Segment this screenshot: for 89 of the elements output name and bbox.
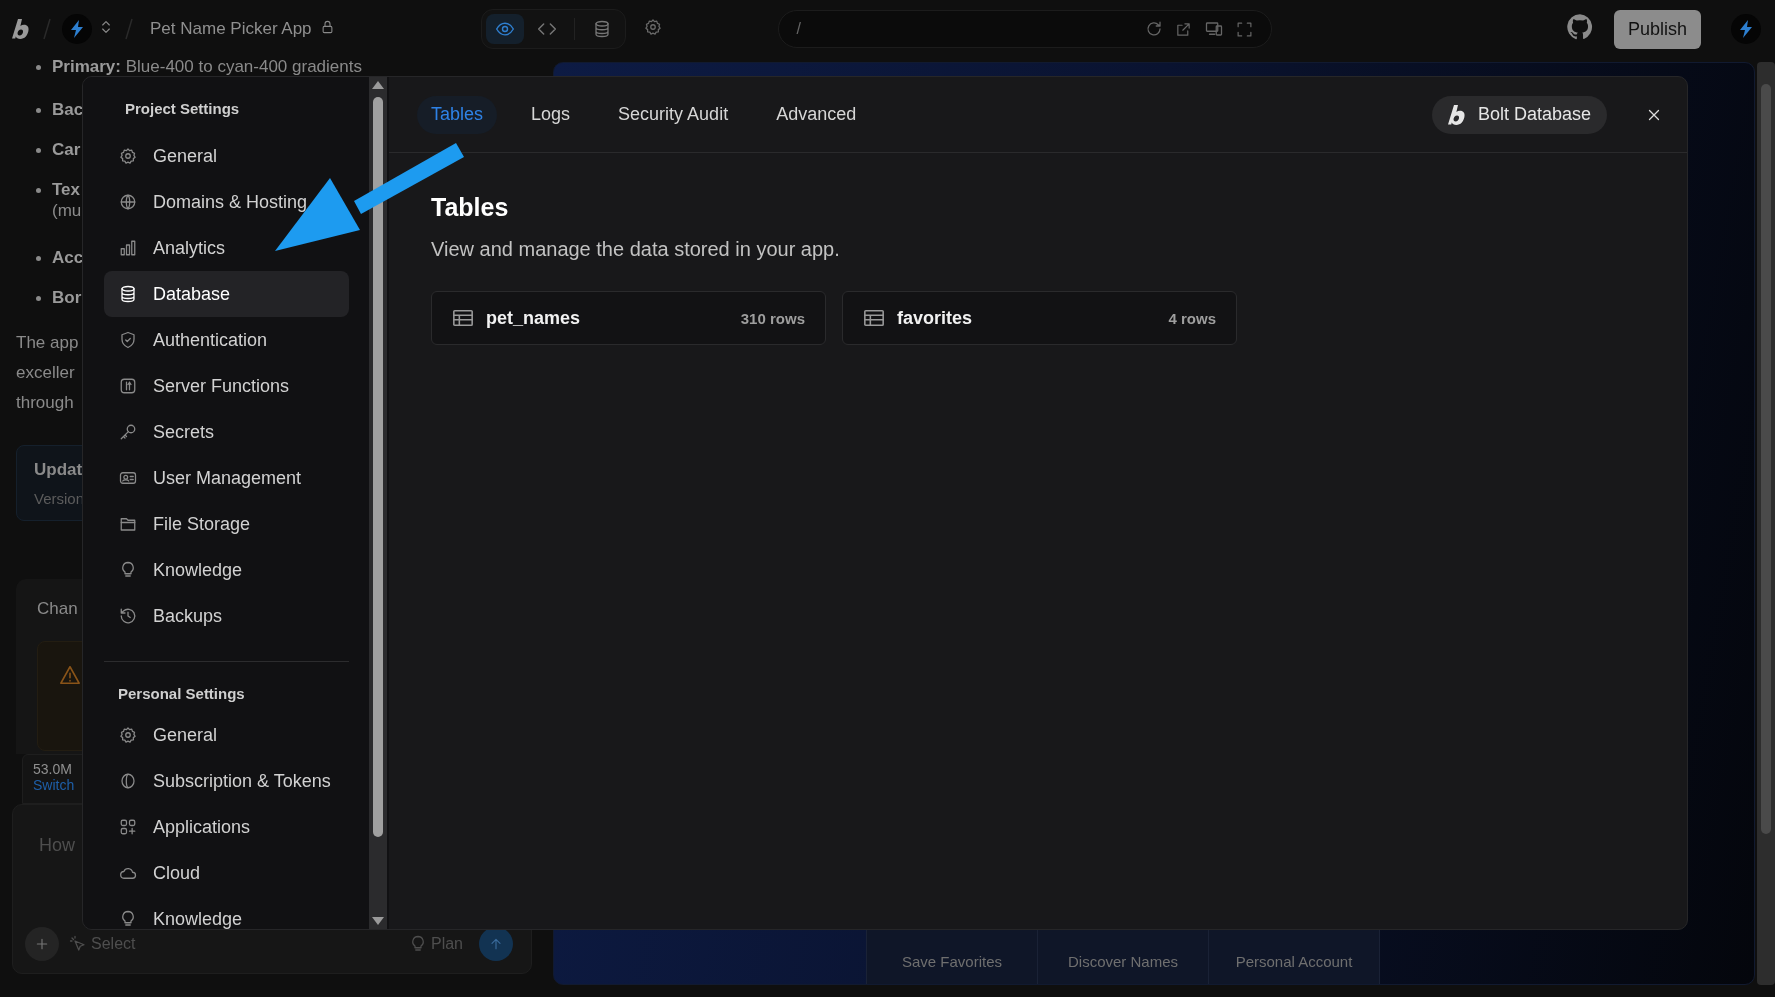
message-text: exceller [16, 362, 75, 384]
cursor-icon [69, 935, 87, 953]
gear-icon [119, 726, 137, 744]
bolt-button[interactable] [1731, 14, 1761, 44]
arrow-up-icon [488, 936, 504, 952]
nav-tab[interactable]: Discover Names [1038, 928, 1209, 984]
section-heading: Personal Settings [117, 684, 246, 704]
devices-icon [1203, 20, 1224, 38]
sidebar-item[interactable]: Authentication [104, 317, 349, 363]
sidebar-item[interactable]: Knowledge [104, 896, 349, 929]
sidebar-item[interactable]: General [104, 712, 349, 758]
sidebar-item[interactable]: Applications [104, 804, 349, 850]
lock-icon [319, 19, 335, 35]
bolt-icon [1739, 20, 1753, 38]
separator-icon [40, 17, 54, 41]
tab[interactable]: Advanced [762, 95, 871, 134]
settings-icon [643, 18, 662, 36]
row-count: 4 rows [1168, 309, 1216, 327]
scrollbar[interactable] [369, 77, 387, 929]
sidebar-item[interactable]: Secrets [104, 409, 349, 455]
section-description: View and manage the data stored in your app. [431, 238, 841, 261]
database-button[interactable]: Bolt Database [1431, 95, 1607, 134]
address-text: / [796, 20, 803, 38]
gear-icon [119, 147, 137, 165]
plus-icon [34, 936, 50, 952]
table-icon [452, 307, 474, 329]
sidebar-item[interactable]: Knowledge [104, 547, 349, 593]
bar-chart-icon [119, 239, 137, 257]
sidebar-item[interactable]: Backups [104, 593, 349, 639]
table-icon [863, 307, 885, 329]
tab[interactable]: Tables [417, 95, 498, 134]
separator-icon [122, 17, 136, 41]
scrollbar[interactable] [1757, 62, 1775, 985]
history-icon [119, 607, 137, 625]
token-count: 53.0M [33, 761, 72, 777]
section-heading: Project Settings [124, 99, 241, 119]
nav-tab[interactable]: Save Favorites [867, 928, 1038, 984]
sidebar-item[interactable]: Cloud [104, 850, 349, 896]
id-card-icon [119, 469, 137, 487]
table-name: pet_names [486, 307, 581, 329]
apps-icon [119, 818, 137, 836]
folder-icon [119, 515, 137, 533]
bullet-text: Bor [36, 278, 82, 318]
key-icon [119, 423, 137, 441]
sidebar-item[interactable]: Subscription & Tokens [104, 758, 349, 804]
bullet-text: Bac [36, 90, 84, 130]
sidebar-item[interactable]: Database [104, 271, 349, 317]
tab[interactable]: Security Audit [604, 95, 743, 134]
sidebar-item[interactable]: Analytics [104, 225, 349, 271]
bullet-text: Acc [36, 238, 84, 278]
message-text: The app [16, 332, 79, 354]
globe-icon [119, 193, 137, 211]
bullet-text: Car [36, 130, 81, 170]
bolt-icon [70, 20, 84, 38]
tab[interactable]: Logs [517, 95, 585, 134]
message-text: through [16, 392, 74, 414]
fullscreen-icon [1235, 20, 1253, 38]
github-icon[interactable] [1565, 13, 1594, 41]
card-title: Chan [37, 599, 78, 619]
nav-tab[interactable]: Personal Account [1209, 928, 1380, 984]
table-name: favorites [897, 307, 973, 329]
logo-icon [1447, 103, 1468, 126]
sidebar-item[interactable]: File Storage [104, 501, 349, 547]
sidebar-item[interactable]: Server Functions [104, 363, 349, 409]
table-card[interactable]: favorites 4 rows [842, 291, 1237, 345]
table-card[interactable]: pet_names 310 rows [431, 291, 826, 345]
function-icon [119, 377, 137, 395]
bullet-text: Primary: Blue-400 to cyan-400 gradients [36, 58, 362, 76]
shield-icon [119, 331, 137, 349]
row-count: 310 rows [740, 309, 805, 327]
lightbulb-icon [119, 561, 137, 579]
section-title: Tables [431, 193, 510, 222]
card-title: Updat [34, 460, 83, 480]
coin-icon [119, 772, 137, 790]
prompt-field[interactable]: How [39, 835, 79, 861]
sidebar-item[interactable]: Domains & Hosting [104, 179, 349, 225]
project-title: Pet Name Picker App [150, 19, 312, 39]
database-icon [592, 20, 611, 38]
refresh-icon [1144, 20, 1163, 38]
database-icon [119, 285, 137, 303]
bolt-button[interactable] [62, 14, 92, 44]
publish-button[interactable]: Publish [1613, 9, 1701, 49]
sidebar-item[interactable]: General [104, 133, 349, 179]
view-toggle[interactable] [485, 14, 524, 44]
warning-icon [58, 664, 82, 686]
logo-icon [12, 18, 32, 40]
external-link-icon [1174, 20, 1192, 38]
sidebar-item[interactable]: User Management [104, 455, 349, 501]
lightbulb-icon [119, 910, 137, 928]
